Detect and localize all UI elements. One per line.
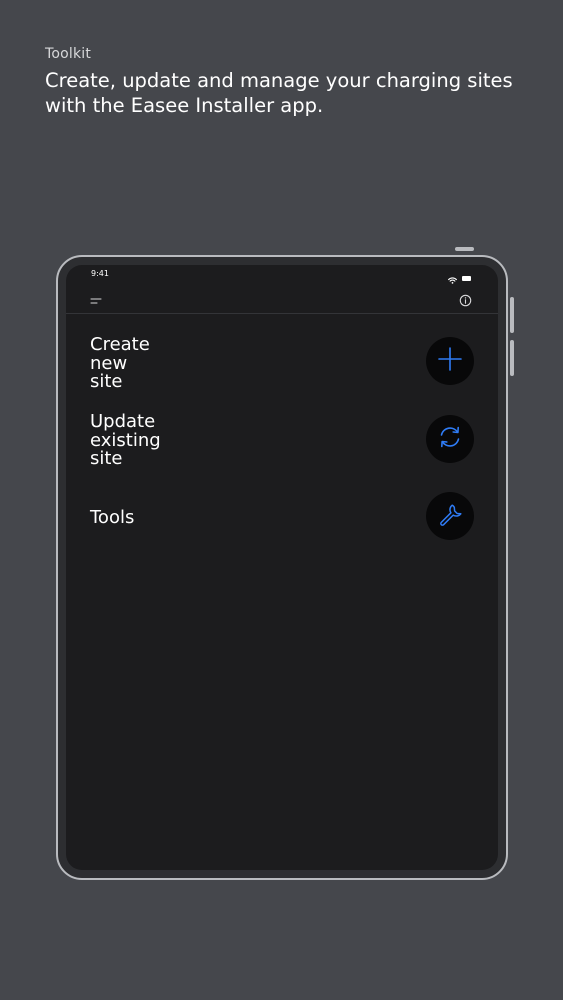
app-bar bbox=[66, 283, 498, 314]
create-site-icon-button[interactable] bbox=[426, 337, 474, 385]
plus-icon bbox=[437, 346, 463, 376]
device-volume-up-button bbox=[510, 297, 514, 333]
info-icon[interactable] bbox=[459, 292, 472, 307]
menu-icon[interactable] bbox=[89, 292, 103, 304]
refresh-icon bbox=[437, 424, 463, 454]
update-existing-site-label: Update existing site bbox=[90, 411, 161, 469]
device-volume-down-button bbox=[510, 340, 514, 376]
create-new-site-button[interactable]: Create new site bbox=[90, 335, 474, 391]
tools-label: Tools bbox=[90, 507, 135, 528]
device-power-button bbox=[455, 247, 474, 251]
section-eyebrow: Toolkit bbox=[45, 46, 92, 62]
tools-button[interactable]: Tools bbox=[90, 492, 474, 542]
tools-icon-button[interactable] bbox=[426, 492, 474, 540]
app-screen: 9:41 Create new site Update existing sit… bbox=[66, 265, 498, 870]
page-headline: Create, update and manage your charging … bbox=[45, 69, 513, 117]
battery-icon bbox=[462, 276, 471, 281]
update-existing-site-button[interactable]: Update existing site bbox=[90, 412, 474, 468]
status-time: 9:41 bbox=[91, 269, 109, 278]
wrench-icon bbox=[437, 501, 463, 531]
status-bar: 9:41 bbox=[66, 265, 498, 284]
update-site-icon-button[interactable] bbox=[426, 415, 474, 463]
create-new-site-label: Create new site bbox=[90, 334, 150, 392]
